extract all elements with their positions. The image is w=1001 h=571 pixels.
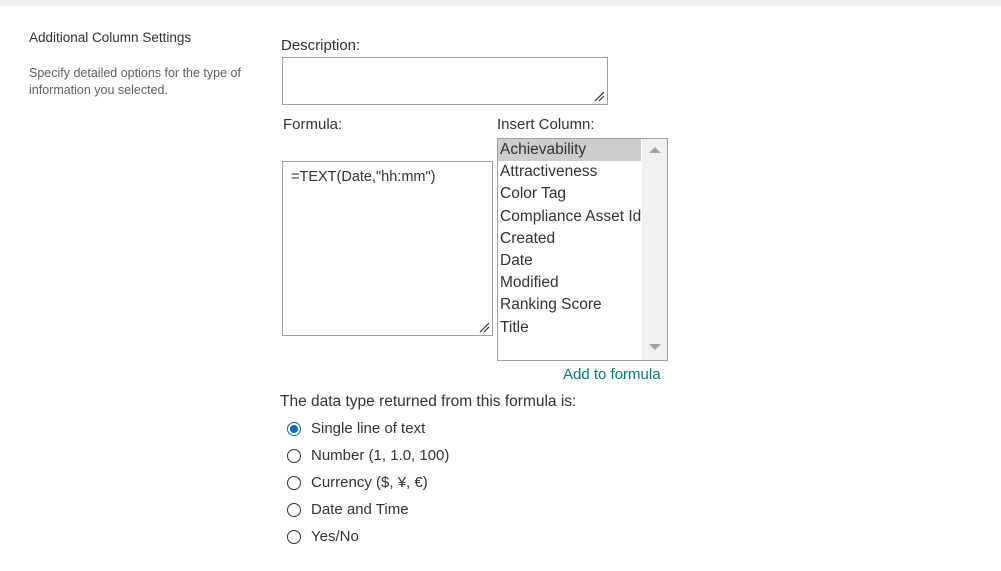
add-to-formula-link[interactable]: Add to formula xyxy=(563,366,661,383)
resize-grip-icon[interactable] xyxy=(594,91,605,102)
listbox-scrollbar[interactable] xyxy=(642,139,667,360)
section-title: Additional Column Settings xyxy=(29,30,192,45)
radio-button[interactable] xyxy=(287,530,301,544)
column-option[interactable]: Title xyxy=(498,317,641,339)
radio-label[interactable]: Yes/No xyxy=(311,528,359,545)
resize-grip-icon[interactable] xyxy=(479,322,490,333)
formula-textarea[interactable]: =TEXT(Date,"hh:mm") xyxy=(282,161,493,336)
scroll-up-icon[interactable] xyxy=(649,147,661,153)
radio-label[interactable]: Single line of text xyxy=(311,420,425,437)
top-divider-bar xyxy=(0,0,1001,6)
radio-button[interactable] xyxy=(287,503,301,517)
insert-column-listbox[interactable]: Achievability Attractiveness Color Tag Comp… xyxy=(497,138,668,361)
column-option[interactable]: Date xyxy=(498,250,641,272)
section-description: Specify detailed options for the type of… xyxy=(29,66,241,97)
insert-column-label: Insert Column: xyxy=(497,116,595,133)
column-option[interactable]: Modified xyxy=(498,272,641,294)
formula-label: Formula: xyxy=(283,116,343,133)
radio-button[interactable] xyxy=(287,422,301,436)
column-option[interactable]: Color Tag xyxy=(498,183,641,205)
radio-label[interactable]: Date and Time xyxy=(311,501,409,518)
scroll-down-icon[interactable] xyxy=(649,344,661,350)
column-option[interactable]: Ranking Score xyxy=(498,294,641,316)
radio-button[interactable] xyxy=(287,476,301,490)
column-list: Achievability Attractiveness Color Tag Comp… xyxy=(498,139,641,339)
column-option[interactable]: Achievability xyxy=(498,139,641,162)
column-option[interactable]: Created xyxy=(498,228,641,250)
description-label: Description: xyxy=(281,37,361,54)
return-type-label: The data type returned from this formula… xyxy=(280,393,577,410)
description-textarea[interactable] xyxy=(282,57,608,105)
radio-button[interactable] xyxy=(287,449,301,463)
column-option[interactable]: Attractiveness xyxy=(498,161,641,183)
radio-label[interactable]: Currency ($, ¥, €) xyxy=(311,474,428,491)
column-option[interactable]: Compliance Asset Id xyxy=(498,206,641,228)
radio-label[interactable]: Number (1, 1.0, 100) xyxy=(311,447,449,464)
formula-value: =TEXT(Date,"hh:mm") xyxy=(291,169,436,185)
